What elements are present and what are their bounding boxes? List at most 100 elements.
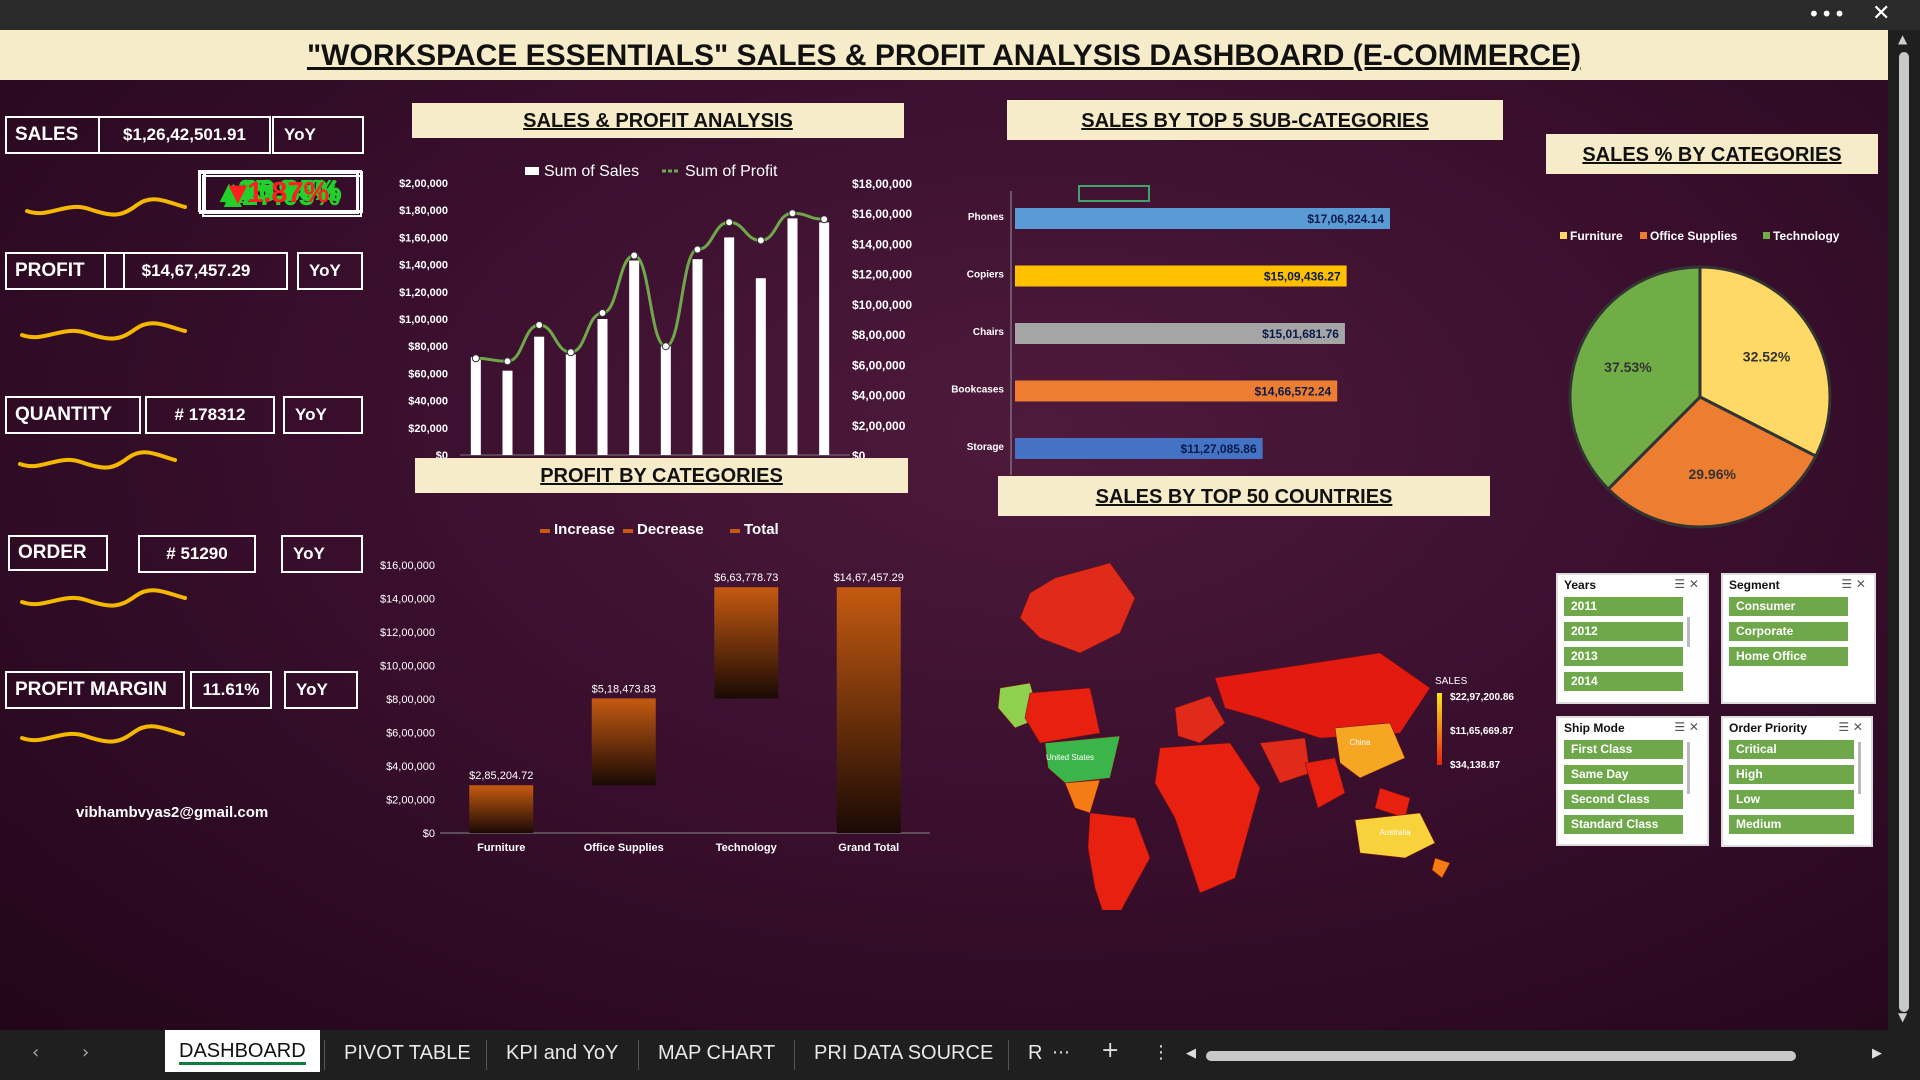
kpi-yoy-label: YoY: [284, 125, 316, 144]
slicer-scrollbar[interactable]: [1687, 742, 1690, 794]
tab-separator: [794, 1040, 795, 1070]
map-region-central-america[interactable]: [1064, 779, 1101, 814]
sheet-tab-kpi-and-yoy[interactable]: KPI and YoY: [506, 1042, 618, 1065]
tab-prev-icon[interactable]: ‹: [32, 1042, 39, 1063]
subcategory-value: $15,01,681.76: [1262, 327, 1339, 341]
slicer-item[interactable]: Second Class: [1564, 790, 1683, 809]
map-region-southeast-asia[interactable]: [1374, 787, 1411, 819]
vertical-scrollbar[interactable]: ▲ ▼: [1888, 30, 1920, 1030]
slicer-item[interactable]: Standard Class: [1564, 815, 1683, 834]
slicer-item[interactable]: High: [1729, 765, 1854, 784]
sales-bar: [470, 357, 481, 455]
subcategory-value: $15,09,436.27: [1264, 270, 1341, 284]
sales-profit-chart: Sum of Sales Sum of Profit$0$20,000$40,00…: [399, 163, 912, 473]
more-tabs-icon[interactable]: ⋯: [1052, 1042, 1070, 1063]
legend-profit: Sum of Profit: [685, 163, 778, 180]
slicer-title: Years: [1564, 578, 1597, 592]
left-axis-tick: $1,00,000: [399, 314, 448, 326]
horizontal-scroll-thumb[interactable]: [1206, 1051, 1796, 1061]
map-region-north-america-north[interactable]: [1019, 562, 1136, 654]
sales-bar: [629, 260, 640, 455]
profit-point: [630, 251, 639, 260]
scroll-down-icon[interactable]: ▼: [1898, 1010, 1907, 1024]
pie-data-label: 37.53%: [1604, 359, 1652, 375]
kpi-label: ORDER: [18, 542, 87, 563]
selected-cell-icon[interactable]: [1078, 185, 1150, 202]
slicer-item[interactable]: Critical: [1729, 740, 1854, 759]
waterfall-data-label: $14,67,457.29: [834, 572, 904, 584]
map-region-south-america[interactable]: [1087, 812, 1151, 910]
left-axis-tick: $1,80,000: [399, 205, 448, 217]
slicer-item[interactable]: Consumer: [1729, 597, 1848, 616]
sheet-tab-r[interactable]: R: [1028, 1042, 1042, 1065]
waterfall-tick: $4,00,000: [386, 761, 435, 773]
map-region-europe-west[interactable]: [1174, 695, 1226, 744]
slicer-scrollbar[interactable]: [1858, 742, 1861, 794]
slicer-item[interactable]: Same Day: [1564, 765, 1683, 784]
map-region-russia-region[interactable]: [1214, 652, 1431, 739]
waterfall-category: Technology: [716, 842, 778, 854]
kpi-value-box: 11.61%: [190, 671, 272, 709]
slicer-clear-filter-icon[interactable]: ☰ ✕: [1674, 720, 1699, 734]
slicer-item[interactable]: 2013: [1564, 647, 1683, 666]
subcategories-chart: Phones $17,06,824.14 Copiers $15,09,436.27 C…: [951, 185, 1390, 475]
sheet-tab-bar: ‹ › DASHBOARD PIVOT TABLE KPI and YoY MAP C…: [0, 1030, 1920, 1080]
scroll-up-icon[interactable]: ▲: [1898, 32, 1907, 46]
waterfall-legend-label: Increase: [554, 521, 615, 538]
sheet-options-icon[interactable]: ⋮: [1152, 1042, 1170, 1063]
right-axis-tick: $6,00,000: [852, 358, 906, 372]
vertical-scroll-thumb[interactable]: [1899, 52, 1909, 1012]
sheet-tab-label: R: [1028, 1042, 1043, 1064]
sales-bar: [724, 237, 735, 455]
waterfall-legend-swatch: [623, 529, 633, 533]
map-region-africa[interactable]: [1154, 742, 1261, 894]
combo-legend: Sum of Sales Sum of Profit: [525, 163, 778, 180]
right-axis-tick: $2,00,000: [852, 419, 906, 433]
add-sheet-icon[interactable]: +: [1101, 1038, 1119, 1063]
slicer-item[interactable]: Home Office: [1729, 647, 1848, 666]
slicer-item[interactable]: Corporate: [1729, 622, 1848, 641]
profit-point: [820, 215, 829, 224]
dashboard-title: "WORKSPACE ESSENTIALS" SALES & PROFIT AN…: [0, 30, 1888, 80]
map-region-new-zealand[interactable]: [1431, 857, 1451, 879]
map-region-middle-east[interactable]: [1259, 737, 1311, 784]
waterfall-category: Grand Total: [838, 842, 899, 854]
slicer-clear-filter-icon[interactable]: ☰ ✕: [1674, 577, 1699, 591]
kpi-yoy-label: YoY: [309, 261, 341, 280]
kpi-yoy-box: YoY: [297, 252, 363, 290]
sheet-tab-pri-data-source[interactable]: PRI DATA SOURCE: [814, 1042, 993, 1065]
kpi-yoy-box: YoY: [281, 535, 363, 573]
waterfall-category: Furniture: [477, 842, 525, 854]
waterfall-data-label: $6,63,778.73: [714, 572, 778, 584]
scroll-left-icon[interactable]: ◀: [1186, 1046, 1196, 1061]
slicer-item[interactable]: Medium: [1729, 815, 1854, 834]
slicer-item[interactable]: 2014: [1564, 672, 1683, 691]
more-options-icon[interactable]: •••: [1808, 2, 1846, 26]
slicer-clear-filter-icon[interactable]: ☰ ✕: [1838, 720, 1863, 734]
profit-categories-heading: PROFIT BY CATEGORIES: [415, 458, 908, 493]
sheet-tab-map-chart[interactable]: MAP CHART: [658, 1042, 775, 1065]
author-email: vibhambvyas2@gmail.com: [76, 804, 269, 821]
profit-point: [535, 321, 544, 330]
kpi-value: $1,26,42,501.91: [123, 125, 246, 144]
scroll-right-icon[interactable]: ▶: [1872, 1046, 1882, 1061]
sheet-tab-pivot-table[interactable]: PIVOT TABLE: [344, 1042, 471, 1065]
right-axis-tick: $10,00,000: [852, 298, 912, 312]
map-region-india[interactable]: [1304, 757, 1346, 809]
slicer-item[interactable]: Low: [1729, 790, 1854, 809]
sheet-tab-label: MAP CHART: [658, 1042, 776, 1064]
tab-next-icon[interactable]: ›: [82, 1042, 89, 1063]
close-icon[interactable]: ✕: [1872, 1, 1890, 26]
waterfall-bar: [469, 785, 534, 833]
slicer-item[interactable]: 2011: [1564, 597, 1683, 616]
slicer-item[interactable]: First Class: [1564, 740, 1683, 759]
map-region-canada-region[interactable]: [1024, 687, 1101, 744]
slicer-title: Order Priority: [1729, 721, 1808, 735]
sheet-tab-dashboard[interactable]: DASHBOARD: [165, 1030, 320, 1072]
slicer-item[interactable]: 2012: [1564, 622, 1683, 641]
tab-separator: [324, 1040, 325, 1070]
slicer-order-priority: Order Priority ☰ ✕ Critical High Low Medium: [1721, 716, 1873, 847]
left-axis-tick: $80,000: [408, 341, 448, 353]
slicer-clear-filter-icon[interactable]: ☰ ✕: [1841, 577, 1866, 591]
slicer-scrollbar[interactable]: [1687, 617, 1690, 647]
